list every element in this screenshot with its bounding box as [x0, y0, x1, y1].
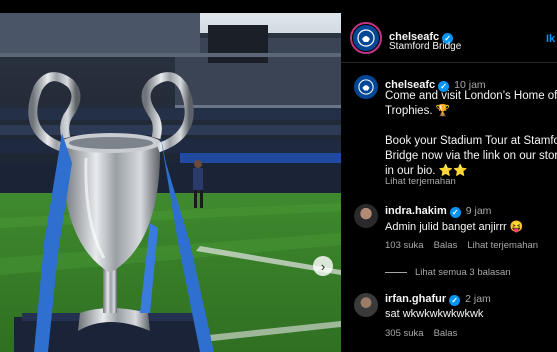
chelsea-crest-icon	[358, 79, 374, 95]
comment-time[interactable]: 2 jam	[465, 293, 491, 305]
commenter-avatar[interactable]	[354, 204, 378, 228]
commenter-avatar[interactable]	[354, 293, 378, 317]
comment-text: sat wkwkwkwkwkwk	[385, 308, 484, 320]
post-image[interactable]: ›	[0, 13, 341, 352]
caption-avatar[interactable]	[354, 75, 378, 99]
caption-line: Bridge now via the link on our story	[385, 150, 557, 162]
caption-body: Come and visit London’s Home of Trophies…	[385, 89, 557, 179]
comment-time[interactable]: 9 jam	[466, 205, 492, 217]
caption-line: Come and visit London’s Home of	[385, 90, 557, 102]
chevron-right-icon: ›	[320, 258, 326, 274]
comment-likes[interactable]: 103 suka	[385, 240, 424, 251]
trophy-photo	[0, 13, 341, 352]
verified-badge-icon: ✓	[449, 295, 461, 306]
comment-actions: 305 suka Balas	[385, 328, 467, 339]
follow-button[interactable]: Ik	[546, 33, 555, 45]
next-media-button[interactable]: ›	[313, 256, 333, 276]
account-avatar[interactable]	[350, 22, 382, 54]
post-location[interactable]: Stamford Bridge	[389, 41, 461, 52]
chelsea-crest-icon	[353, 25, 379, 51]
comment-username[interactable]: irfan.ghafur	[385, 293, 446, 305]
verified-badge-icon: ✓	[449, 207, 461, 218]
post-header: chelseafc ✓ Stamford Bridge Ik	[341, 13, 557, 63]
comment-author: indra.hakim ✓ 9 jam	[385, 205, 491, 218]
reply-button[interactable]: Balas	[434, 240, 458, 251]
replies-divider	[385, 272, 407, 273]
post-side-panel: chelseafc ✓ Stamford Bridge Ik chelseafc ✓…	[341, 13, 557, 352]
caption-line	[385, 119, 557, 134]
caption-line: Book your Stadium Tour at Stamford	[385, 135, 557, 147]
comment-actions: 103 suka Balas Lihat terjemahan	[385, 240, 548, 251]
caption-translate-link[interactable]: Lihat terjemahan	[385, 176, 456, 187]
comment-author: irfan.ghafur ✓ 2 jam	[385, 293, 491, 306]
comment-username[interactable]: indra.hakim	[385, 205, 447, 217]
caption-line: Trophies. 🏆	[385, 105, 451, 117]
comment-likes[interactable]: 305 suka	[385, 328, 424, 339]
comment-text: Admin julid banget anjirrr 😝	[385, 221, 524, 233]
view-replies-label: Lihat semua 3 balasan	[415, 267, 511, 278]
reply-button[interactable]: Balas	[434, 328, 458, 339]
comment-translate-link[interactable]: Lihat terjemahan	[467, 240, 538, 251]
view-replies-button[interactable]: Lihat semua 3 balasan	[385, 267, 511, 278]
